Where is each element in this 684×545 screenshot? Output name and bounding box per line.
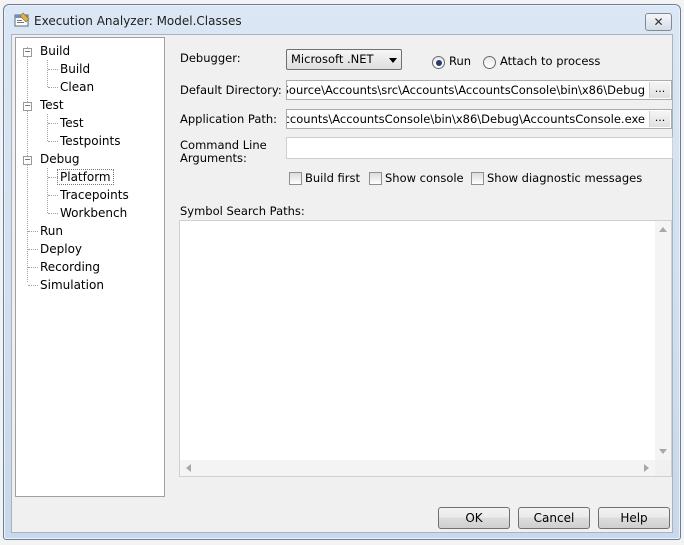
tree-line xyxy=(48,213,58,214)
tree-line xyxy=(47,114,48,141)
settings-tree[interactable]: − Build Build Clean − Test Test Testpoin… xyxy=(15,37,165,497)
tree-item-label: Debug xyxy=(40,152,80,166)
tree-item-recording[interactable]: Recording xyxy=(40,258,100,276)
tree-item-debug[interactable]: Debug xyxy=(40,150,79,168)
application-path-input[interactable]: C:\Source\Accounts\src\Accounts\Accounts… xyxy=(286,109,672,129)
tree-item-label: Build xyxy=(60,62,91,76)
tree-item-run[interactable]: Run xyxy=(40,222,63,240)
tree-line xyxy=(48,141,58,142)
tree-line xyxy=(48,69,58,70)
title-bar[interactable]: Execution Analyzer: Model.Classes ✕ xyxy=(4,5,680,33)
tree-item-label: Run xyxy=(40,224,64,238)
attach-to-process-label[interactable]: Attach to process xyxy=(500,54,600,68)
default-directory-value: C:\Source\Accounts\src\Accounts\Accounts… xyxy=(286,83,645,97)
run-radio-label[interactable]: Run xyxy=(449,54,471,68)
tree-item-debug-tracepoints[interactable]: Tracepoints xyxy=(60,186,129,204)
tree-item-label: Tracepoints xyxy=(60,188,129,202)
chevron-down-icon xyxy=(389,58,397,63)
dialog-client-area: − Build Build Clean − Test Test Testpoin… xyxy=(11,34,673,533)
tree-item-label: Testpoints xyxy=(60,134,121,148)
tree-item-debug-platform[interactable]: Platform xyxy=(57,168,114,186)
help-button[interactable]: Help xyxy=(598,507,670,529)
tree-line xyxy=(28,285,38,286)
attach-to-process-radio[interactable] xyxy=(483,56,496,69)
show-diagnostic-messages-label[interactable]: Show diagnostic messages xyxy=(487,171,642,185)
scroll-left-icon[interactable] xyxy=(186,464,191,472)
arguments-label: Arguments: xyxy=(180,151,247,165)
run-radio[interactable] xyxy=(432,56,445,69)
tree-line xyxy=(48,195,58,196)
build-first-checkbox[interactable] xyxy=(289,172,302,185)
vertical-scrollbar[interactable] xyxy=(655,221,671,460)
platform-settings-panel: Debugger: Microsoft .NET Run Attach to p… xyxy=(167,37,673,495)
command-line-arguments-input[interactable] xyxy=(286,137,673,159)
tree-item-build-build[interactable]: Build xyxy=(60,60,90,78)
tree-line xyxy=(47,60,48,87)
tree-item-simulation[interactable]: Simulation xyxy=(40,276,104,294)
tree-item-test-testpoints[interactable]: Testpoints xyxy=(60,132,121,150)
settings-window-icon xyxy=(14,12,30,27)
tree-line xyxy=(48,123,58,124)
tree-item-label: Build xyxy=(40,44,71,58)
application-path-label: Application Path: xyxy=(180,112,278,126)
application-path-value: C:\Source\Accounts\src\Accounts\Accounts… xyxy=(287,112,645,126)
debugger-dropdown[interactable]: Microsoft .NET xyxy=(286,49,402,70)
debugger-label: Debugger: xyxy=(180,51,241,65)
tree-item-deploy[interactable]: Deploy xyxy=(40,240,82,258)
tree-item-label: Simulation xyxy=(40,278,104,292)
horizontal-scrollbar[interactable] xyxy=(180,460,655,476)
build-first-label[interactable]: Build first xyxy=(305,171,360,185)
tree-line xyxy=(47,168,48,213)
command-line-label: Command Line xyxy=(180,138,267,152)
tree-item-label: Workbench xyxy=(60,206,128,220)
tree-line xyxy=(28,249,38,250)
tree-item-label: Test xyxy=(60,116,84,130)
default-directory-label: Default Directory: xyxy=(180,83,282,97)
collapse-icon[interactable]: − xyxy=(23,48,32,57)
close-icon: ✕ xyxy=(653,15,664,29)
tree-item-test-test[interactable]: Test xyxy=(60,114,84,132)
scroll-right-icon[interactable] xyxy=(644,464,649,472)
application-path-browse-button[interactable]: ... xyxy=(649,111,670,127)
window-title: Execution Analyzer: Model.Classes xyxy=(34,14,242,28)
tree-item-label: Recording xyxy=(40,260,101,274)
symbol-search-paths-label: Symbol Search Paths: xyxy=(180,204,305,218)
scroll-up-icon[interactable] xyxy=(659,227,667,232)
tree-line xyxy=(28,231,38,232)
scroll-down-icon[interactable] xyxy=(659,449,667,454)
tree-line xyxy=(48,87,58,88)
default-directory-input[interactable]: C:\Source\Accounts\src\Accounts\Accounts… xyxy=(286,80,672,100)
show-console-label[interactable]: Show console xyxy=(385,171,464,185)
tree-line xyxy=(28,267,38,268)
symbol-search-paths-textarea[interactable] xyxy=(179,220,672,477)
show-diagnostic-messages-checkbox[interactable] xyxy=(471,172,484,185)
close-button[interactable]: ✕ xyxy=(645,13,672,31)
tree-item-test[interactable]: Test xyxy=(40,96,64,114)
default-directory-browse-button[interactable]: ... xyxy=(649,82,670,98)
collapse-icon[interactable]: − xyxy=(23,156,32,165)
collapse-icon[interactable]: − xyxy=(23,102,32,111)
scrollbar-corner xyxy=(655,460,671,476)
tree-item-debug-workbench[interactable]: Workbench xyxy=(60,204,127,222)
tree-item-label: Platform xyxy=(57,169,114,185)
tree-item-label: Test xyxy=(40,98,64,112)
tree-item-label: Deploy xyxy=(40,242,83,256)
tree-item-build-clean[interactable]: Clean xyxy=(60,78,94,96)
debugger-dropdown-value: Microsoft .NET xyxy=(291,52,374,66)
show-console-checkbox[interactable] xyxy=(369,172,382,185)
ok-button[interactable]: OK xyxy=(438,507,510,529)
cancel-button[interactable]: Cancel xyxy=(518,507,590,529)
tree-item-label: Clean xyxy=(60,80,95,94)
dialog-window: Execution Analyzer: Model.Classes ✕ − Bu… xyxy=(3,4,681,540)
tree-item-build[interactable]: Build xyxy=(40,42,70,60)
